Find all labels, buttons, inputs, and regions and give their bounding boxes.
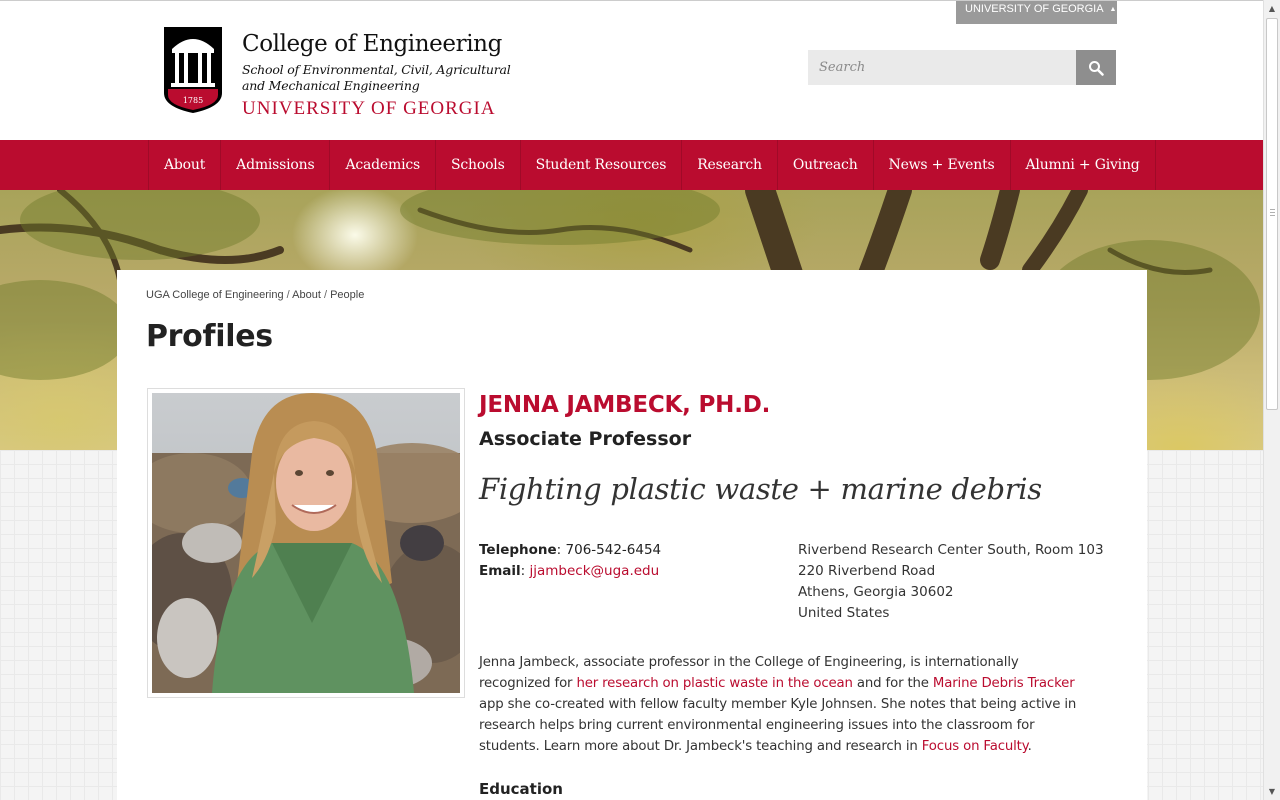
vertical-scrollbar[interactable]: ▲ ▼ xyxy=(1263,0,1280,800)
profile-tagline: Fighting plastic waste + marine debris xyxy=(479,472,1042,506)
profile-photo-frame xyxy=(147,388,465,698)
search-input[interactable] xyxy=(808,50,1076,85)
breadcrumb-separator: / xyxy=(283,289,293,301)
address-line: 220 Riverbend Road xyxy=(798,563,936,579)
uga-arch-logo[interactable]: 1785 xyxy=(164,27,222,113)
office-address: Riverbend Research Center South, Room 10… xyxy=(798,540,1104,624)
nav-item-outreach[interactable]: Outreach xyxy=(778,140,874,190)
breadcrumb-separator: / xyxy=(320,289,331,301)
contact-info: Telephone: 706-542-6454 Email: jjambeck@… xyxy=(479,540,661,582)
telephone-label: Telephone xyxy=(479,542,557,558)
profile-card: UGA College of Engineering / About / Peo… xyxy=(117,270,1147,800)
logo-year: 1785 xyxy=(183,96,203,105)
nav-item-schools[interactable]: Schools xyxy=(436,140,521,190)
breadcrumb-people[interactable]: People xyxy=(330,289,364,301)
address-line: United States xyxy=(798,605,890,621)
search-button[interactable] xyxy=(1076,50,1116,85)
address-line: Riverbend Research Center South, Room 10… xyxy=(798,542,1104,558)
email-link[interactable]: jjambeck@uga.edu xyxy=(530,563,660,579)
profile-photo-image xyxy=(152,393,460,693)
scrollbar-thumb[interactable] xyxy=(1266,18,1278,410)
bio-link-marine-debris-tracker[interactable]: Marine Debris Tracker xyxy=(933,676,1075,691)
nav-list: About Admissions Academics Schools Stude… xyxy=(148,140,1156,190)
bio-text: and for the xyxy=(852,676,933,691)
telephone-value: 706-542-6454 xyxy=(565,542,662,558)
nav-item-about[interactable]: About xyxy=(149,140,222,190)
education-heading: Education xyxy=(479,780,563,798)
nav-item-academics[interactable]: Academics xyxy=(330,140,436,190)
site-header: UNIVERSITY OF GEORGIA ▲ 1785 College of E… xyxy=(0,0,1263,140)
scroll-up-arrow-icon[interactable]: ▲ xyxy=(1264,0,1280,17)
breadcrumb: UGA College of Engineering / About / Peo… xyxy=(146,289,364,301)
nav-item-news-events[interactable]: News + Events xyxy=(874,140,1011,190)
search-icon xyxy=(1089,60,1104,76)
nav-item-research[interactable]: Research xyxy=(682,140,778,190)
nav-item-admissions[interactable]: Admissions xyxy=(221,140,331,190)
breadcrumb-about[interactable]: About xyxy=(292,289,321,301)
university-tab-label: UNIVERSITY OF GEORGIA xyxy=(965,3,1104,15)
email-row: Email: jjambeck@uga.edu xyxy=(479,563,660,579)
bio-text: . xyxy=(1027,739,1032,754)
telephone-row: Telephone: 706-542-6454 xyxy=(479,542,662,558)
profile-name: JENNA JAMBECK, PH.D. xyxy=(479,392,771,418)
profile-bio: Jenna Jambeck, associate professor in th… xyxy=(479,652,1089,757)
scroll-down-arrow-icon[interactable]: ▼ xyxy=(1264,783,1280,800)
bio-link-focus-on-faculty[interactable]: Focus on Faculty xyxy=(922,739,1028,754)
university-of-georgia-tab[interactable]: UNIVERSITY OF GEORGIA ▲ xyxy=(956,1,1117,24)
address-line: Athens, Georgia 30602 xyxy=(798,584,954,600)
email-label: Email xyxy=(479,563,521,579)
nav-item-alumni-giving[interactable]: Alumni + Giving xyxy=(1011,140,1156,190)
profile-photo xyxy=(152,393,460,693)
breadcrumb-college[interactable]: UGA College of Engineering xyxy=(146,289,284,301)
main-nav: About Admissions Academics Schools Stude… xyxy=(0,140,1263,190)
nav-item-student-resources[interactable]: Student Resources xyxy=(521,140,683,190)
profile-role: Associate Professor xyxy=(479,428,692,450)
university-name[interactable]: UNIVERSITY OF GEORGIA xyxy=(242,98,496,120)
bio-link-plastic-research[interactable]: her research on plastic waste in the oce… xyxy=(576,676,853,691)
college-name[interactable]: College of Engineering xyxy=(242,31,502,57)
caret-up-icon: ▲ xyxy=(1109,6,1117,13)
school-name[interactable]: School of Environmental, Civil, Agricult… xyxy=(242,62,532,94)
page-title: Profiles xyxy=(146,319,273,354)
